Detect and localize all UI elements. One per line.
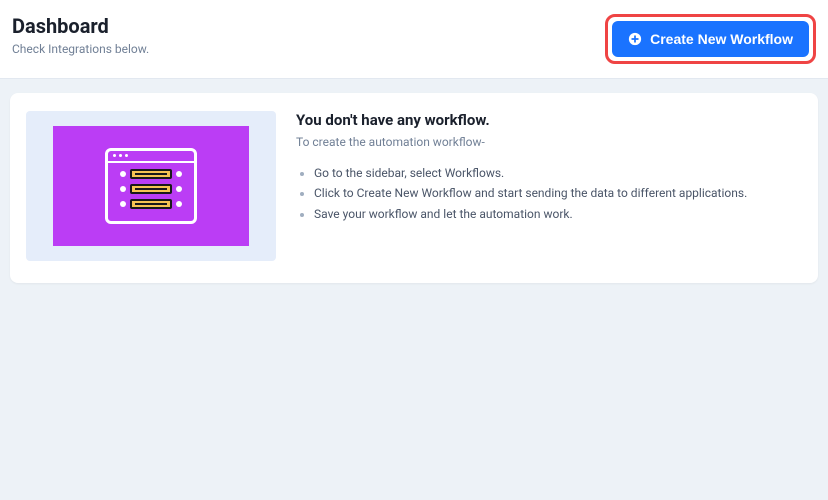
plus-circle-icon bbox=[628, 32, 642, 46]
content-area: You don't have any workflow. To create t… bbox=[0, 79, 828, 297]
create-button-highlight: Create New Workflow bbox=[605, 14, 816, 64]
empty-state-step: Go to the sidebar, select Workflows. bbox=[314, 163, 747, 183]
page-title: Dashboard bbox=[12, 14, 149, 38]
empty-state-illustration bbox=[26, 111, 276, 261]
empty-state-step: Click to Create New Workflow and start s… bbox=[314, 183, 747, 203]
workflow-window-icon bbox=[105, 148, 197, 224]
empty-state-steps: Go to the sidebar, select Workflows. Cli… bbox=[296, 163, 747, 224]
empty-state-step: Save your workflow and let the automatio… bbox=[314, 204, 747, 224]
page-header: Dashboard Check Integrations below. Crea… bbox=[0, 0, 828, 79]
create-button-label: Create New Workflow bbox=[650, 31, 793, 47]
empty-state-info: You don't have any workflow. To create t… bbox=[296, 111, 747, 224]
create-new-workflow-button[interactable]: Create New Workflow bbox=[612, 21, 809, 57]
page-subtitle: Check Integrations below. bbox=[12, 42, 149, 56]
workflow-illustration-bg bbox=[53, 126, 249, 246]
empty-state-subtitle: To create the automation workflow- bbox=[296, 135, 747, 149]
empty-state-title: You don't have any workflow. bbox=[296, 111, 747, 129]
empty-state-card: You don't have any workflow. To create t… bbox=[10, 93, 818, 283]
header-left: Dashboard Check Integrations below. bbox=[12, 14, 149, 56]
